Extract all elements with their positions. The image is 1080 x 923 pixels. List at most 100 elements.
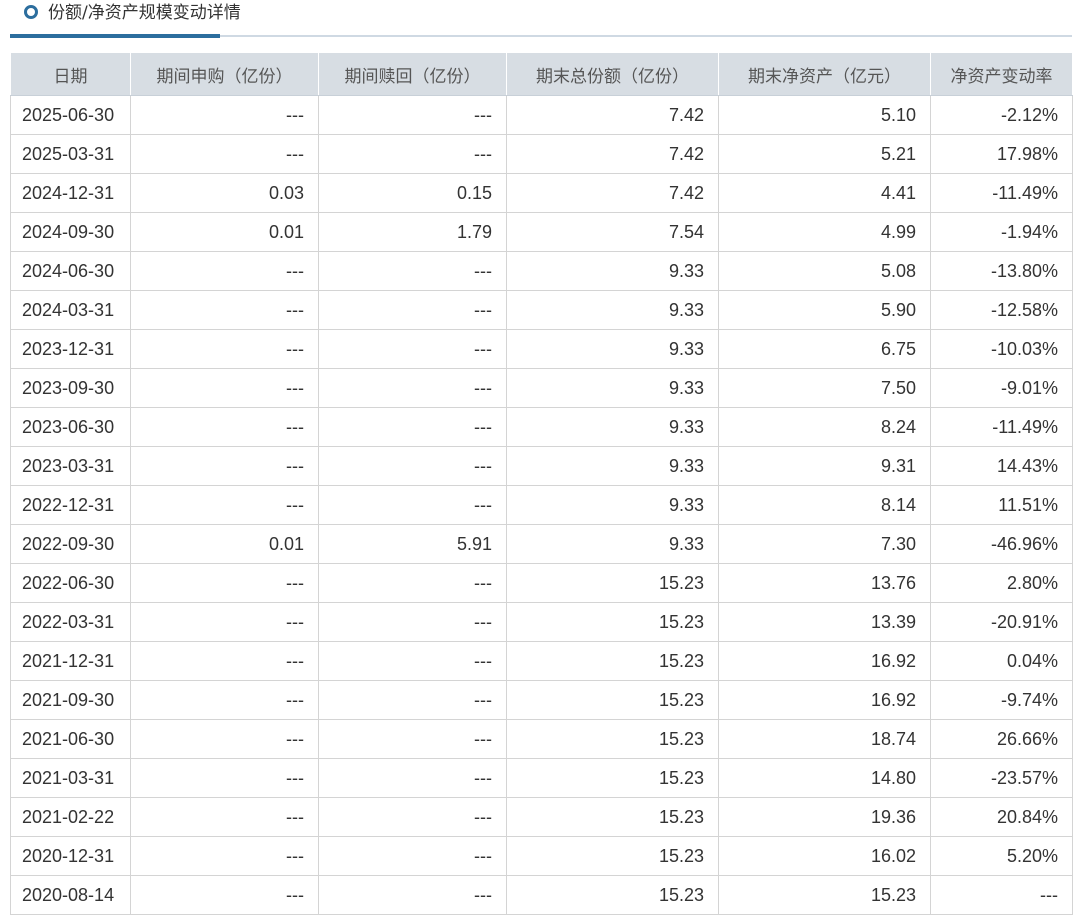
cell-redemption: --- bbox=[318, 407, 507, 447]
cell-total-shares: 9.33 bbox=[506, 485, 719, 525]
cell-subscription: 0.01 bbox=[130, 524, 319, 564]
cell-total-shares: 9.33 bbox=[506, 524, 719, 564]
cell-net-assets: 7.50 bbox=[718, 368, 931, 408]
table-row: 2025-03-31 --- --- 7.42 5.21 17.98% bbox=[10, 134, 1073, 174]
cell-subscription: --- bbox=[130, 641, 319, 681]
cell-total-shares: 9.33 bbox=[506, 446, 719, 486]
cell-net-assets: 18.74 bbox=[718, 719, 931, 759]
cell-total-shares: 9.33 bbox=[506, 290, 719, 330]
cell-redemption: 1.79 bbox=[318, 212, 507, 252]
cell-redemption: --- bbox=[318, 797, 507, 837]
cell-subscription: --- bbox=[130, 875, 319, 915]
cell-date: 2020-12-31 bbox=[10, 836, 131, 876]
table-row: 2023-03-31 --- --- 9.33 9.31 14.43% bbox=[10, 446, 1073, 486]
table-row: 2021-12-31 --- --- 15.23 16.92 0.04% bbox=[10, 641, 1073, 681]
table-row: 2023-09-30 --- --- 9.33 7.50 -9.01% bbox=[10, 368, 1073, 408]
share-nav-table: 日期 期间申购（亿份） 期间赎回（亿份） 期末总份额（亿份） 期末净资产（亿元） 净资产变… bbox=[10, 52, 1073, 915]
table-row: 2025-06-30 --- --- 7.42 5.10 -2.12% bbox=[10, 95, 1073, 135]
cell-subscription: 0.01 bbox=[130, 212, 319, 252]
header-subscription: 期间申购（亿份） bbox=[130, 52, 319, 96]
cell-subscription: --- bbox=[130, 407, 319, 447]
cell-change-rate: 11.51% bbox=[930, 485, 1073, 525]
cell-change-rate: 5.20% bbox=[930, 836, 1073, 876]
table-row: 2024-09-30 0.01 1.79 7.54 4.99 -1.94% bbox=[10, 212, 1073, 252]
cell-net-assets: 8.24 bbox=[718, 407, 931, 447]
table-row: 2024-06-30 --- --- 9.33 5.08 -13.80% bbox=[10, 251, 1073, 291]
cell-subscription: --- bbox=[130, 329, 319, 369]
header-redemption: 期间赎回（亿份） bbox=[318, 52, 507, 96]
cell-total-shares: 15.23 bbox=[506, 563, 719, 603]
cell-date: 2024-03-31 bbox=[10, 290, 131, 330]
cell-change-rate: -10.03% bbox=[930, 329, 1073, 369]
cell-change-rate: -11.49% bbox=[930, 173, 1073, 213]
cell-redemption: --- bbox=[318, 446, 507, 486]
cell-date: 2021-02-22 bbox=[10, 797, 131, 837]
cell-net-assets: 13.76 bbox=[718, 563, 931, 603]
cell-subscription: --- bbox=[130, 251, 319, 291]
cell-date: 2022-06-30 bbox=[10, 563, 131, 603]
cell-net-assets: 19.36 bbox=[718, 797, 931, 837]
cell-net-assets: 6.75 bbox=[718, 329, 931, 369]
cell-redemption: --- bbox=[318, 134, 507, 174]
table-row: 2020-08-14 --- --- 15.23 15.23 --- bbox=[10, 875, 1073, 915]
cell-subscription: --- bbox=[130, 95, 319, 135]
table-row: 2021-06-30 --- --- 15.23 18.74 26.66% bbox=[10, 719, 1073, 759]
cell-date: 2021-06-30 bbox=[10, 719, 131, 759]
cell-total-shares: 9.33 bbox=[506, 251, 719, 291]
header-date: 日期 bbox=[10, 52, 131, 96]
cell-total-shares: 15.23 bbox=[506, 602, 719, 642]
table-row: 2022-03-31 --- --- 15.23 13.39 -20.91% bbox=[10, 602, 1073, 642]
cell-total-shares: 9.33 bbox=[506, 329, 719, 369]
cell-total-shares: 9.33 bbox=[506, 407, 719, 447]
table-row: 2022-12-31 --- --- 9.33 8.14 11.51% bbox=[10, 485, 1073, 525]
cell-change-rate: -12.58% bbox=[930, 290, 1073, 330]
cell-total-shares: 15.23 bbox=[506, 641, 719, 681]
cell-change-rate: -13.80% bbox=[930, 251, 1073, 291]
cell-change-rate: -11.49% bbox=[930, 407, 1073, 447]
cell-subscription: 0.03 bbox=[130, 173, 319, 213]
cell-net-assets: 5.21 bbox=[718, 134, 931, 174]
cell-net-assets: 8.14 bbox=[718, 485, 931, 525]
section-title: 份额/净资产规模变动详情 bbox=[48, 3, 241, 23]
table-row: 2022-06-30 --- --- 15.23 13.76 2.80% bbox=[10, 563, 1073, 603]
cell-date: 2021-12-31 bbox=[10, 641, 131, 681]
cell-redemption: --- bbox=[318, 95, 507, 135]
cell-net-assets: 13.39 bbox=[718, 602, 931, 642]
table-row: 2024-12-31 0.03 0.15 7.42 4.41 -11.49% bbox=[10, 173, 1073, 213]
cell-redemption: --- bbox=[318, 680, 507, 720]
cell-date: 2022-09-30 bbox=[10, 524, 131, 564]
header-change-rate: 净资产变动率 bbox=[930, 52, 1073, 96]
cell-redemption: --- bbox=[318, 641, 507, 681]
cell-subscription: --- bbox=[130, 719, 319, 759]
cell-date: 2022-12-31 bbox=[10, 485, 131, 525]
cell-net-assets: 15.23 bbox=[718, 875, 931, 915]
cell-net-assets: 16.92 bbox=[718, 680, 931, 720]
table-row: 2021-03-31 --- --- 15.23 14.80 -23.57% bbox=[10, 758, 1073, 798]
cell-subscription: --- bbox=[130, 368, 319, 408]
table-row: 2021-02-22 --- --- 15.23 19.36 20.84% bbox=[10, 797, 1073, 837]
cell-redemption: --- bbox=[318, 602, 507, 642]
cell-subscription: --- bbox=[130, 836, 319, 876]
cell-date: 2023-09-30 bbox=[10, 368, 131, 408]
cell-total-shares: 15.23 bbox=[506, 719, 719, 759]
table-row: 2022-09-30 0.01 5.91 9.33 7.30 -46.96% bbox=[10, 524, 1073, 564]
table-row: 2023-06-30 --- --- 9.33 8.24 -11.49% bbox=[10, 407, 1073, 447]
cell-redemption: 0.15 bbox=[318, 173, 507, 213]
table-body: 2025-06-30 --- --- 7.42 5.10 -2.12% 2025-03-31… bbox=[10, 95, 1073, 915]
cell-redemption: --- bbox=[318, 875, 507, 915]
cell-total-shares: 7.42 bbox=[506, 134, 719, 174]
cell-net-assets: 4.41 bbox=[718, 173, 931, 213]
header-total-shares: 期末总份额（亿份） bbox=[506, 52, 719, 96]
cell-net-assets: 14.80 bbox=[718, 758, 931, 798]
cell-date: 2024-06-30 bbox=[10, 251, 131, 291]
cell-subscription: --- bbox=[130, 797, 319, 837]
cell-date: 2021-03-31 bbox=[10, 758, 131, 798]
header-net-assets: 期末净资产（亿元） bbox=[718, 52, 931, 96]
cell-subscription: --- bbox=[130, 680, 319, 720]
cell-change-rate: 0.04% bbox=[930, 641, 1073, 681]
table-header: 日期 期间申购（亿份） 期间赎回（亿份） 期末总份额（亿份） 期末净资产（亿元） 净资产变… bbox=[10, 52, 1073, 96]
cell-date: 2025-06-30 bbox=[10, 95, 131, 135]
cell-date: 2022-03-31 bbox=[10, 602, 131, 642]
cell-total-shares: 7.54 bbox=[506, 212, 719, 252]
cell-total-shares: 15.23 bbox=[506, 875, 719, 915]
